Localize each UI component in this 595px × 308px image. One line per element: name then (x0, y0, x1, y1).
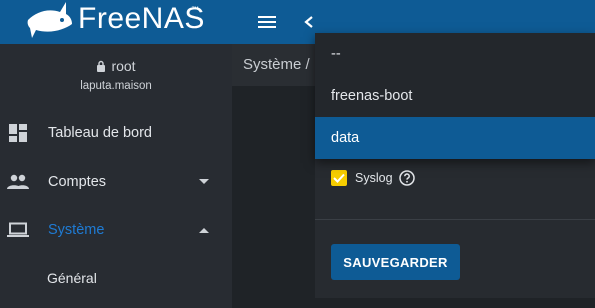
menu-icon[interactable] (258, 13, 276, 31)
dropdown-option-data[interactable]: data (315, 117, 595, 159)
syslog-row: Syslog (331, 170, 415, 186)
syslog-checkbox[interactable] (331, 170, 347, 186)
caret-down-icon (199, 179, 209, 184)
syslog-label: Syslog (355, 171, 393, 185)
sidebar-item-label: Système (48, 222, 105, 238)
dropdown-panel: -- freenas-boot data (315, 33, 595, 159)
dashboard-icon (6, 121, 30, 145)
laptop-icon (6, 218, 30, 242)
brand-trademark: ™ (191, 5, 199, 14)
sidebar-item-dashboard[interactable]: Tableau de bord (0, 110, 232, 156)
dropdown-option-freenas-boot[interactable]: freenas-boot (315, 75, 595, 117)
shark-logo-icon (27, 2, 72, 38)
user-line: root (0, 58, 232, 74)
brand-name: FreeNAS (78, 2, 205, 35)
sidebar-item-label: Tableau de bord (48, 125, 152, 141)
sidebar-subitem-general[interactable]: Général (0, 255, 232, 301)
sidebar-item-label: Comptes (48, 174, 107, 190)
breadcrumb[interactable]: Système / (243, 56, 310, 73)
username: root (111, 58, 136, 74)
save-button[interactable]: SAUVEGARDER (331, 244, 460, 280)
chevron-left-icon[interactable] (302, 12, 316, 32)
sidebar: FreeNAS ™ root laputa.maison Tableau de … (0, 0, 232, 308)
caret-up-icon (199, 228, 209, 233)
lock-icon (97, 60, 106, 72)
logo-bar: FreeNAS ™ (0, 0, 232, 44)
people-icon (6, 170, 30, 194)
sidebar-item-system[interactable]: Système (0, 207, 232, 253)
sidebar-subitem-label: Général (47, 270, 97, 286)
help-icon[interactable] (398, 170, 415, 186)
user-block: root laputa.maison (0, 58, 232, 92)
dropdown-option-none[interactable]: -- (315, 33, 595, 75)
divider (315, 219, 595, 220)
checkmark-icon (333, 173, 345, 183)
sidebar-item-accounts[interactable]: Comptes (0, 159, 232, 205)
hostname: laputa.maison (80, 80, 152, 92)
